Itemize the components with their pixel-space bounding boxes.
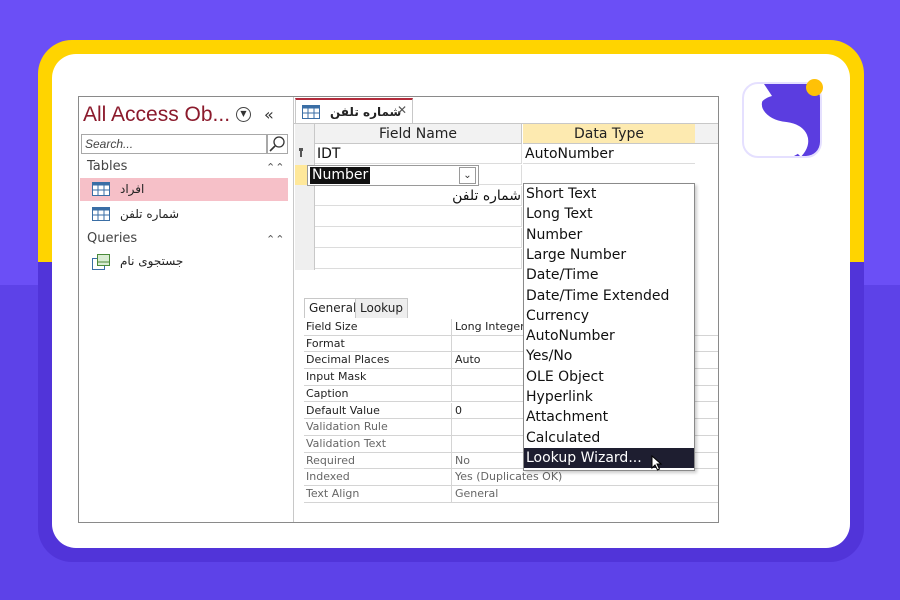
- dropdown-option[interactable]: Yes/No: [524, 346, 694, 366]
- dropdown-option[interactable]: Date/Time Extended: [524, 286, 694, 306]
- collapse-pane-icon[interactable]: «: [264, 105, 274, 124]
- property-label: Validation Text: [306, 436, 387, 450]
- dropdown-option[interactable]: AutoNumber: [524, 326, 694, 346]
- nav-item-label: افراد: [120, 182, 145, 196]
- field-name-cell[interactable]: IDT: [315, 144, 522, 164]
- data-type-select[interactable]: Number ⌄: [307, 165, 479, 186]
- section-tables[interactable]: Tables: [87, 159, 127, 174]
- brand-logo-dot: [806, 79, 823, 96]
- data-type-select-value: Number: [310, 167, 371, 184]
- access-window: All Access Ob... ▼ « Search... Tables ⌃⌃…: [78, 96, 719, 523]
- dropdown-option[interactable]: Calculated: [524, 428, 694, 448]
- property-value[interactable]: Yes (Duplicates OK): [451, 469, 718, 486]
- section-queries[interactable]: Queries: [87, 231, 137, 246]
- data-type-cell[interactable]: AutoNumber: [523, 144, 695, 164]
- property-row[interactable]: Text Align General: [304, 486, 718, 503]
- tab-general[interactable]: General: [304, 298, 362, 318]
- field-name-header: Field Name: [315, 124, 522, 144]
- property-label: Validation Rule: [306, 420, 388, 434]
- tab-phone-table[interactable]: شماره تلفن ✕: [295, 98, 413, 124]
- property-label: Text Align: [306, 487, 360, 500]
- dropdown-option[interactable]: Long Text: [524, 204, 694, 224]
- close-icon[interactable]: ✕: [397, 103, 407, 117]
- row-selector[interactable]: [295, 144, 315, 164]
- nav-item-table-phone[interactable]: شماره تلفن: [80, 203, 288, 226]
- table-icon: [92, 207, 110, 224]
- dropdown-option[interactable]: Date/Time: [524, 265, 694, 285]
- table-icon: [92, 182, 110, 199]
- nav-item-label: جستجوی نام: [120, 254, 184, 268]
- field-name-cell[interactable]: [315, 228, 522, 248]
- search-icon[interactable]: [267, 134, 288, 154]
- dropdown-option[interactable]: Short Text: [524, 184, 694, 204]
- dropdown-option[interactable]: Large Number: [524, 245, 694, 265]
- property-value[interactable]: General: [451, 486, 718, 503]
- nav-item-query-search[interactable]: جستجوی نام: [80, 250, 288, 273]
- dropdown-option[interactable]: Hyperlink: [524, 387, 694, 407]
- field-name-cell[interactable]: شماره تلفن: [315, 186, 522, 206]
- tab-lookup[interactable]: Lookup: [355, 298, 408, 318]
- query-icon: [92, 254, 110, 273]
- data-type-header: Data Type: [523, 124, 695, 144]
- nav-item-label: شماره تلفن: [120, 207, 180, 221]
- nav-dropdown-icon[interactable]: ▼: [236, 107, 251, 122]
- tab-label: شماره تلفن: [330, 105, 402, 119]
- chevron-down-icon[interactable]: ⌄: [459, 167, 476, 184]
- property-label: Default Value: [306, 403, 380, 417]
- nav-item-table-afrad[interactable]: افراد: [80, 178, 288, 201]
- property-label: Decimal Places: [306, 353, 390, 367]
- property-label: Caption: [306, 386, 349, 400]
- dropdown-option[interactable]: OLE Object: [524, 367, 694, 387]
- property-label: Format: [306, 336, 345, 350]
- data-type-dropdown-list: Short Text Long Text Number Large Number…: [523, 183, 695, 471]
- dropdown-option[interactable]: Number: [524, 225, 694, 245]
- search-input[interactable]: Search...: [81, 134, 267, 154]
- dropdown-option[interactable]: Attachment: [524, 407, 694, 427]
- field-name-cell[interactable]: [315, 207, 522, 227]
- mouse-cursor-icon: [651, 454, 663, 475]
- field-name-cell[interactable]: [315, 249, 522, 269]
- property-label: Indexed: [306, 470, 350, 484]
- nav-title[interactable]: All Access Ob...: [83, 103, 230, 127]
- dropdown-option-highlighted[interactable]: Lookup Wizard...: [524, 447, 694, 469]
- table-icon: [302, 105, 320, 122]
- navigation-pane: All Access Ob... ▼ « Search... Tables ⌃⌃…: [79, 97, 294, 522]
- property-label: Field Size: [306, 320, 358, 333]
- dropdown-option[interactable]: Currency: [524, 306, 694, 326]
- property-label: Input Mask: [306, 370, 367, 384]
- chevron-up-icon[interactable]: ⌃⌃: [266, 233, 284, 246]
- description-header: [695, 124, 718, 144]
- property-label: Required: [306, 453, 355, 467]
- chevron-up-icon[interactable]: ⌃⌃: [266, 161, 284, 174]
